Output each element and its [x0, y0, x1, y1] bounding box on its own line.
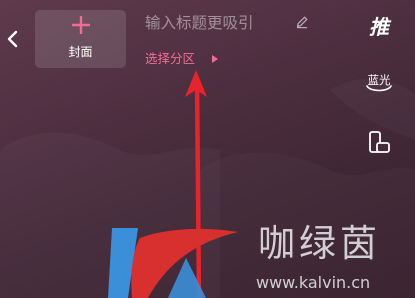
cover-upload-button[interactable]: 封面	[35, 10, 126, 68]
watermark-url: www.kalvin.cn	[256, 273, 371, 292]
zone-selector[interactable]: 选择分区	[145, 50, 225, 68]
zone-label: 选择分区	[145, 51, 196, 66]
back-button[interactable]	[6, 30, 20, 48]
bluray-button[interactable]: 蓝光	[363, 66, 395, 96]
svg-text:蓝光: 蓝光	[368, 73, 391, 87]
bluray-icon: 蓝光	[366, 73, 392, 92]
caret-right-icon	[212, 55, 218, 63]
rotate-screen-icon	[369, 131, 390, 153]
orientation-button[interactable]	[363, 128, 395, 158]
pencil-icon[interactable]	[295, 15, 309, 29]
push-icon: 推	[369, 15, 392, 39]
brand-logo	[108, 228, 238, 298]
title-input[interactable]: 输入标题更吸引	[145, 12, 295, 34]
chevron-left-icon	[7, 30, 18, 48]
watermark-brand: 咖绿茵	[258, 222, 381, 265]
plus-icon	[72, 16, 90, 34]
svg-text:推: 推	[369, 15, 392, 39]
cover-label: 封面	[68, 45, 93, 59]
push-button[interactable]: 推	[363, 13, 395, 41]
